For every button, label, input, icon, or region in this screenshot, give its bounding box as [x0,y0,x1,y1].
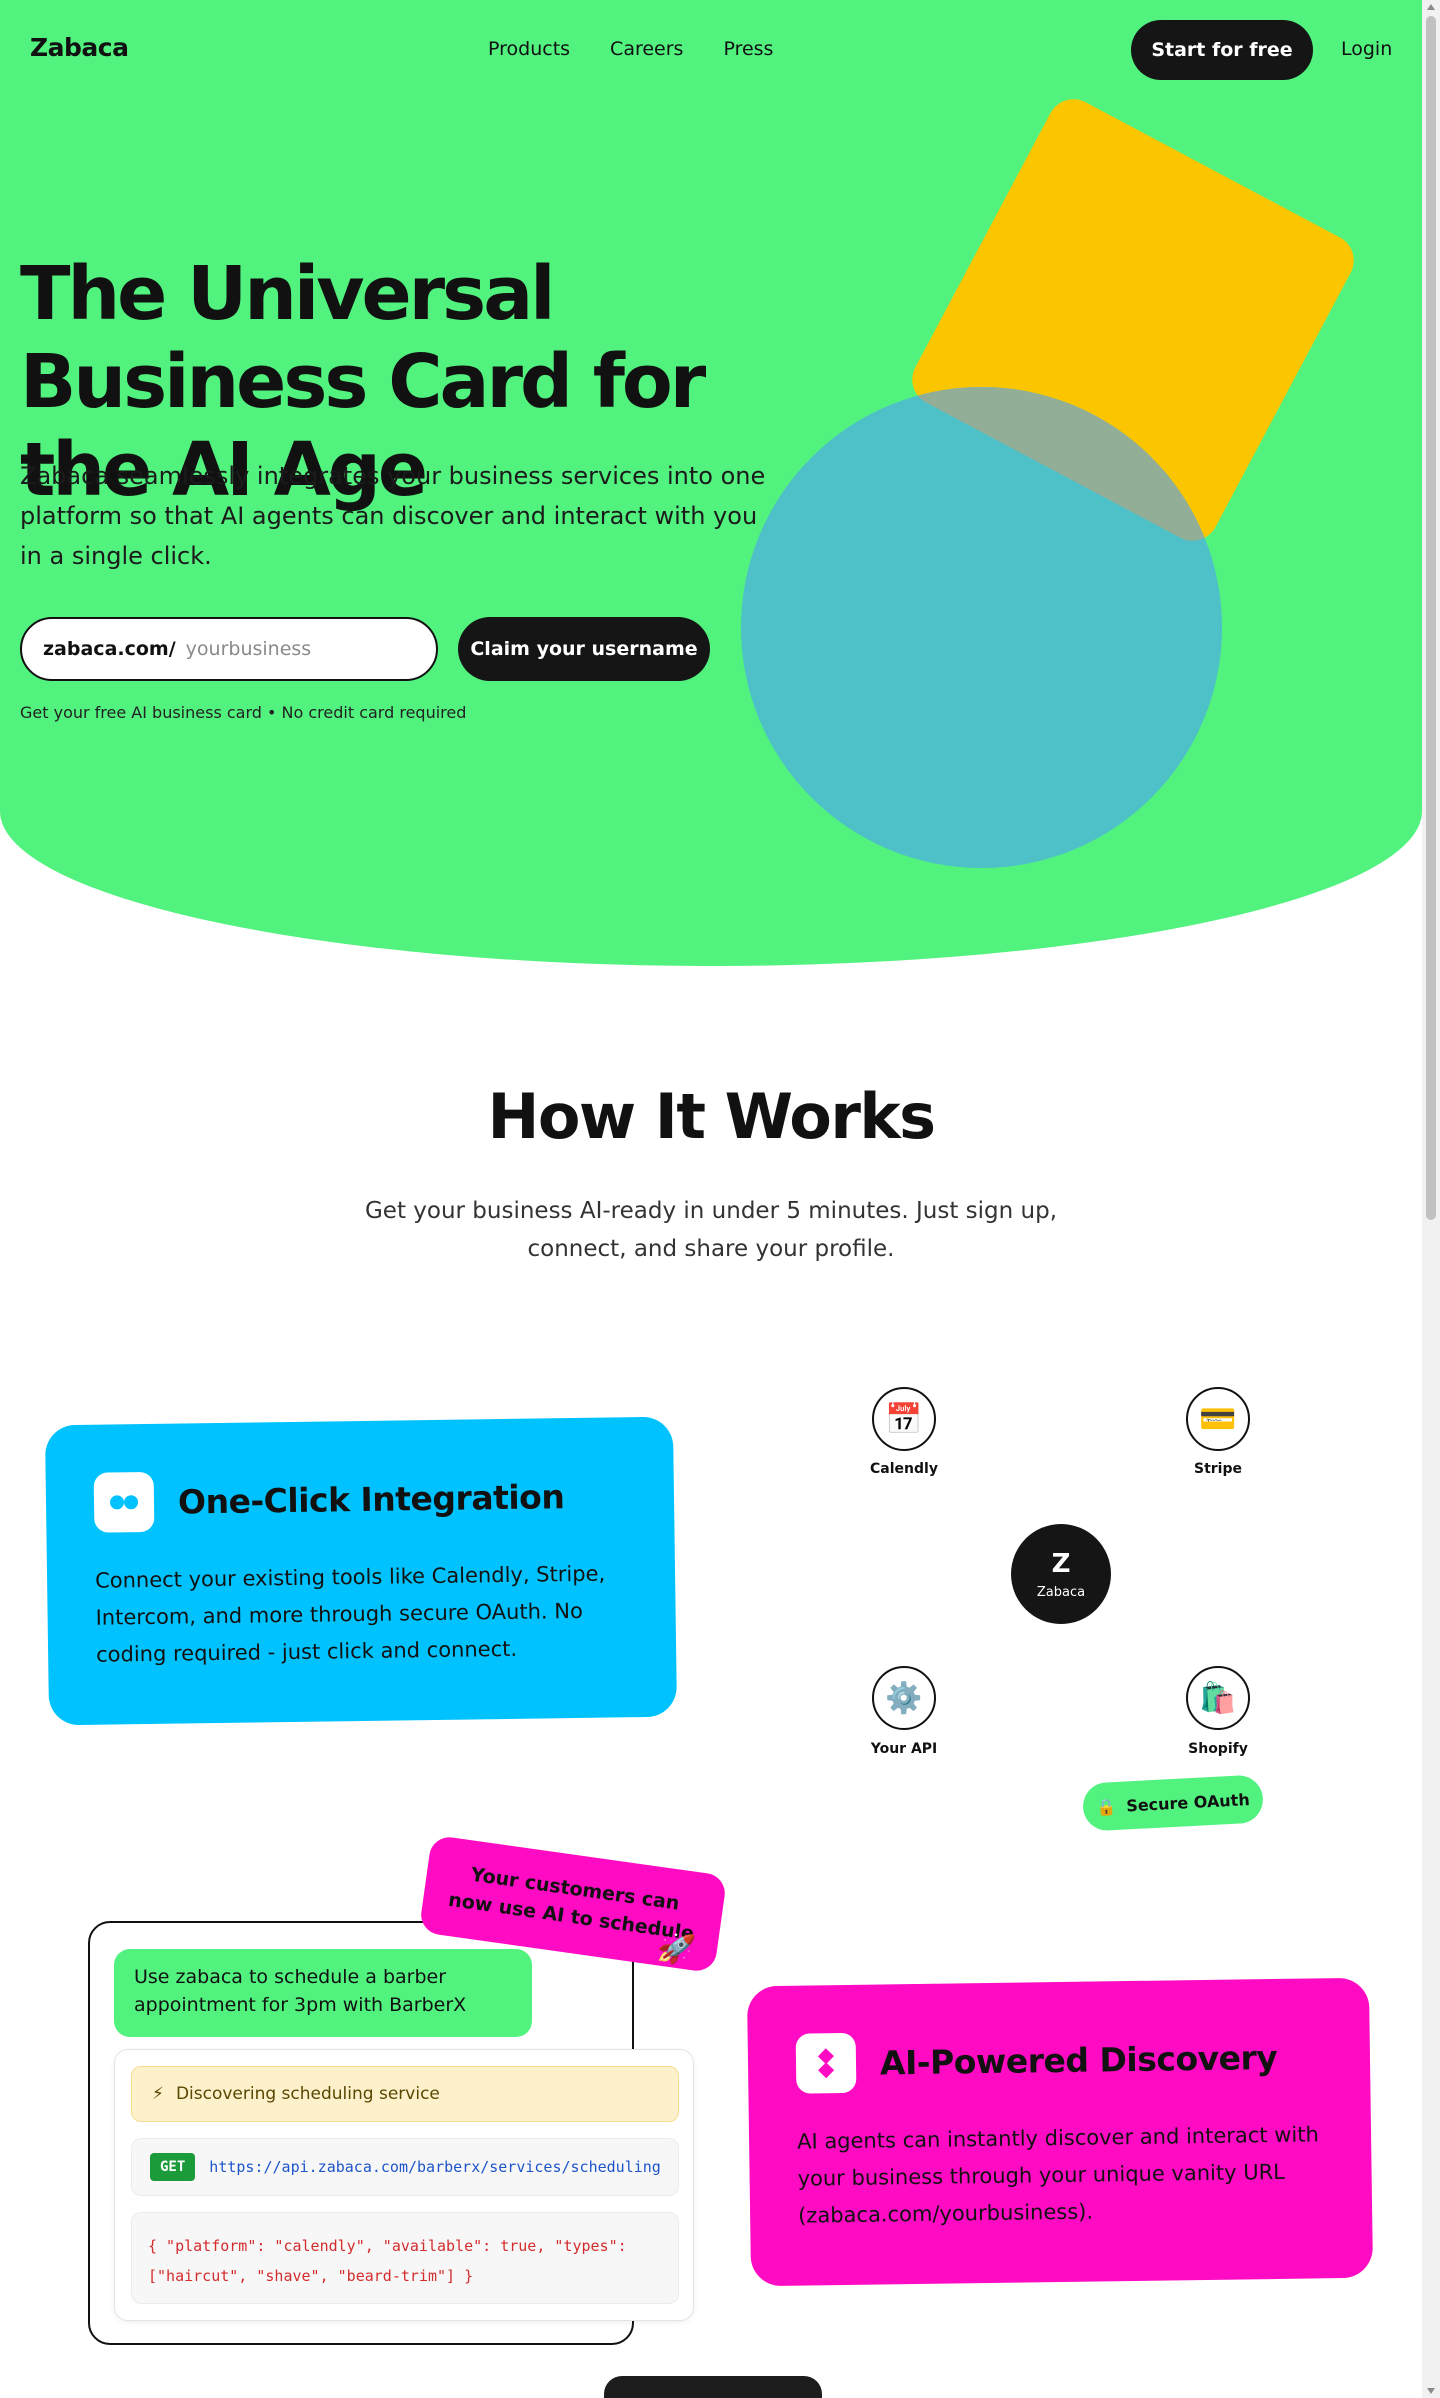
scroll-down-arrow-icon[interactable] [1427,2388,1435,2394]
username-input[interactable] [185,638,426,660]
hero-subtitle: Zabaca seamlessly integrates your busine… [20,462,766,570]
how-it-works-title: How It Works [487,1080,936,1153]
schedule-callout-text: Your customers can now use AI to schedul… [446,1863,696,1946]
how-it-works-subtitle: Get your business AI-ready in under 5 mi… [364,1198,1058,1262]
api-url: https://api.zabaca.com/barberx/services/… [209,2158,661,2176]
integration-card-text: Connect your existing tools like Calendl… [94,1561,606,1667]
hero-section: Zabaca Products Careers Press Start for … [0,0,1422,966]
zabaca-hub-letter: Z [1051,1548,1071,1579]
user-message-bubble: Use zabaca to schedule a barber appointm… [114,1949,532,2037]
start-for-free-button[interactable]: Start for free [1131,20,1313,80]
tool-call-panel: ⚡ Discovering scheduling service GET htt… [114,2049,694,2321]
secure-oauth-badge: 🔒 Secure OAuth [1081,1774,1265,1832]
discovering-status-text: Discovering scheduling service [175,2084,440,2104]
nav-link-careers[interactable]: Careers [610,38,683,60]
diamond-icon [795,2032,857,2094]
rocket-icon: 🚀 [655,1929,697,1970]
page-scrollbar[interactable] [1422,0,1440,2398]
http-method-badge: GET [150,2153,196,2181]
scroll-up-arrow-icon[interactable] [1427,4,1435,10]
link-icon [93,1471,155,1533]
bottom-dark-element [604,2376,822,2398]
claim-note: Get your free AI business card • No cred… [20,703,467,722]
nav-link-press[interactable]: Press [723,38,773,60]
claim-username-button[interactable]: Claim your username [458,617,710,681]
claim-username-field[interactable]: zabaca.com/ [20,617,438,681]
discovery-card: AI-Powered Discovery AI agents can insta… [746,1977,1374,2287]
login-link[interactable]: Login [1341,38,1392,60]
integration-card-title: One-Click Integration [177,1476,565,1522]
scrollbar-thumb[interactable] [1426,16,1436,1220]
api-response-json: { "platform": "calendly", "available": t… [131,2212,679,2304]
nav-link-products[interactable]: Products [488,38,570,60]
lightning-icon: ⚡ [152,2084,164,2104]
zabaca-hub-label: Zabaca [1036,1584,1086,1600]
lock-icon: 🔒 [1095,1796,1117,1817]
claim-url-prefix: zabaca.com/ [43,638,176,660]
node-label-shopify: Shopify [1188,1741,1248,1757]
discovering-status: ⚡ Discovering scheduling service [131,2066,679,2122]
nav-links: Products Careers Press [488,38,773,60]
top-nav: Zabaca Products Careers Press Start for … [0,0,1422,100]
shopping-bag-icon: 🛍️ [1186,1666,1250,1730]
calendar-icon: 📅 [872,1387,936,1451]
json-line-1: { "platform": "calendly", "available": t… [148,2237,627,2255]
api-request-row: GET https://api.zabaca.com/barberx/servi… [131,2138,679,2196]
json-line-2: ["haircut", "shave", "beard-trim"] } [148,2267,474,2285]
discovery-card-title: AI-Powered Discovery [879,2037,1278,2083]
node-label-stripe: Stripe [1194,1461,1242,1477]
gear-icon: ⚙️ [872,1666,936,1730]
secure-oauth-label: Secure OAuth [1125,1789,1251,1815]
discovery-card-text: AI agents can instantly discover and int… [796,2122,1319,2228]
logo[interactable]: Zabaca [30,33,129,62]
node-label-calendly: Calendly [870,1461,938,1477]
zabaca-hub-node: Z Zabaca [1011,1524,1111,1624]
integration-card: One-Click Integration Connect your exist… [44,1416,678,1726]
credit-card-icon: 💳 [1186,1387,1250,1451]
node-label-your-api: Your API [870,1741,938,1757]
